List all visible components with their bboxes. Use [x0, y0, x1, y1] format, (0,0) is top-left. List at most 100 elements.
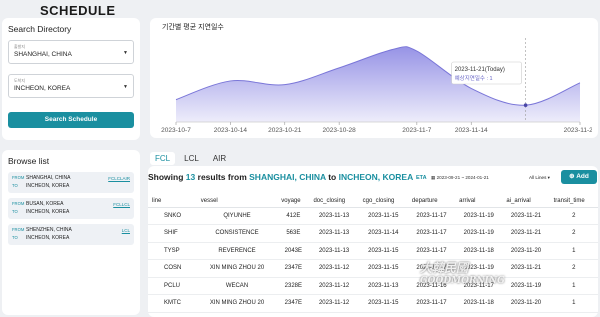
table-cell: 2023-11-17: [407, 259, 456, 278]
table-cell: 2023-11-20: [502, 294, 550, 313]
table-cell: 2023-11-21: [502, 207, 550, 225]
from-label: FROM: [12, 227, 25, 232]
search-schedule-button[interactable]: Search Schedule: [8, 111, 134, 128]
destination-select[interactable]: 도착지 INCHEON, KOREA ▼: [8, 74, 134, 98]
origin-select[interactable]: 출발지 SHANGHAI, CHINA ▼: [8, 40, 134, 64]
table-row[interactable]: TYSP REVERENCE 2043E 2023-11-13 2023-11-15 20…: [148, 242, 598, 260]
summary-showing: Showing: [148, 172, 184, 182]
to-label: TO: [12, 209, 18, 214]
table-cell: 2023-11-15: [358, 207, 408, 225]
mode-tabs: FCL LCL AIR: [150, 152, 231, 165]
browse-item[interactable]: FROM SHANGHAI, CHINA TO INCHEON, KOREA FCLCL…: [8, 172, 134, 193]
table-cell: 2023-11-17: [407, 224, 456, 243]
x-tick-label: 2023-10-14: [214, 127, 248, 134]
x-tick-label: 2023-11-14: [455, 127, 488, 134]
table-cell: 2023-11-19: [455, 224, 503, 243]
today-point: [523, 103, 528, 107]
results-summary: Showing 13 results from SHANGHAI, CHINA …: [148, 172, 413, 182]
table-cell: 2023-11-15: [358, 294, 408, 313]
browse-list-heading: Browse list: [8, 156, 50, 166]
table-cell: 2023-11-16: [407, 277, 456, 295]
table-cell: 2023-11-09: [455, 312, 503, 317]
table-cell: 412E: [277, 207, 310, 225]
x-tick-label: 2023-10-21: [268, 127, 302, 134]
table-cell: 2023-11-18: [455, 294, 503, 313]
chevron-down-icon: ▼: [123, 50, 128, 56]
table-cell: KMTC: [148, 312, 197, 317]
x-tick-label: 2023-10-28: [323, 127, 357, 134]
table-row[interactable]: KMTCREVERENCE2043E2023-11-042023-11-0820…: [148, 312, 598, 317]
table-cell: 2023-11-12: [309, 277, 359, 295]
browse-from: SHENZHEN, CHINA: [26, 227, 72, 233]
tab-lcl[interactable]: LCL: [179, 152, 204, 165]
summary-to: to: [328, 172, 337, 182]
table-row[interactable]: PCLU WECAN 2328E 2023-11-12 2023-11-13 2023-1…: [148, 277, 598, 295]
results-panel: Showing 13 results from SHANGHAI, CHINA …: [148, 166, 598, 317]
column-header[interactable]: vessel: [196, 196, 278, 208]
table-cell: WECAN: [196, 277, 278, 295]
column-header[interactable]: voyage: [277, 196, 310, 208]
from-label: FROM: [12, 201, 25, 206]
table-row[interactable]: KMTC XIN MING ZHOU 20 2347E 2023-11-12 2023-…: [148, 294, 598, 313]
tab-fcl[interactable]: FCL: [150, 152, 176, 165]
table-cell: 2023-11-14: [358, 224, 408, 243]
column-header[interactable]: arrival: [455, 196, 503, 208]
browse-to: INCHEON, KOREA: [26, 183, 70, 189]
add-button[interactable]: ⊕ Add: [561, 170, 597, 184]
browse-item[interactable]: FROM BUSAN, KOREA TO INCHEON, KOREA FCLLCL: [8, 198, 134, 219]
browse-from: BUSAN, KOREA: [26, 201, 64, 207]
lines-filter[interactable]: All Lines ▾: [529, 175, 550, 181]
table-cell: 2023-11-13: [309, 242, 359, 260]
table-row[interactable]: COSN XIN MING ZHOU 20 2347E 2023-11-12 2023-…: [148, 259, 598, 278]
column-header[interactable]: doc_closing: [309, 196, 359, 208]
table-cell: REVERENCE: [196, 312, 278, 317]
browse-mode-tag[interactable]: FCLCLAIR: [108, 175, 130, 182]
table-cell: XIN MING ZHOU 20: [196, 294, 278, 313]
to-label: TO: [12, 183, 18, 188]
table-cell: 2023-11-11: [502, 312, 550, 317]
table-cell: 2023-11-12: [309, 294, 359, 313]
search-directory-panel: Search Directory 출발지 SHANGHAI, CHINA ▼ 도…: [2, 18, 140, 140]
table-cell: REVERENCE: [196, 242, 278, 260]
table-cell: 2023-11-17: [455, 277, 503, 295]
column-header[interactable]: cgo_closing: [358, 196, 408, 208]
table-cell: 2023-11-19: [502, 277, 550, 295]
table-cell: 2023-11-17: [407, 242, 456, 260]
table-cell: 2023-11-13: [309, 207, 359, 225]
table-cell: 2023-11-04: [309, 312, 359, 317]
table-cell: 2: [549, 207, 598, 225]
summary-mid: results from: [197, 172, 247, 182]
lines-filter-value: All Lines: [529, 175, 547, 180]
browse-to: INCHEON, KOREA: [26, 209, 70, 215]
column-header[interactable]: line: [148, 196, 197, 208]
tab-air[interactable]: AIR: [208, 152, 231, 165]
table-cell: 1: [549, 294, 598, 313]
date-range-value: 2023-09-21 ~ 2024-01-21: [436, 175, 489, 180]
table-row[interactable]: SHIF CONSISTENCE 563E 2023-11-13 2023-11-14 2…: [148, 224, 598, 243]
date-range-picker[interactable]: ▦ 2023-09-21 ~ 2024-01-21: [431, 175, 489, 181]
chevron-down-icon: ▾: [547, 175, 550, 180]
browse-item[interactable]: FROM SHENZHEN, CHINA TO INCHEON, KOREA LCL: [8, 224, 134, 245]
table-cell: 2023-11-19: [455, 259, 503, 278]
table-cell: CONSISTENCE: [196, 224, 278, 243]
tooltip-value: 예상지연일수 : 1: [455, 74, 493, 82]
column-header[interactable]: transit_time: [549, 196, 598, 208]
browse-mode-tag[interactable]: LCL: [122, 227, 130, 234]
table-cell: 2023-11-13: [358, 277, 408, 295]
table-cell: 2347E: [277, 294, 310, 313]
column-header[interactable]: ai_arrival: [502, 196, 550, 208]
summary-destination: INCHEON, KOREA: [338, 172, 414, 182]
table-row[interactable]: SNKO QIYUNHE 412E 2023-11-13 2023-11-15 2023-…: [148, 207, 598, 225]
browse-mode-tag[interactable]: FCLLCL: [113, 201, 130, 208]
table-cell: 2023-11-17: [407, 207, 456, 225]
delay-area-chart: 2023-10-7 2023-10-14 2023-10-21 2023-10-28 2…: [161, 38, 592, 134]
table-cell: 1: [549, 312, 598, 317]
table-cell: 2023-11-21: [502, 224, 550, 243]
table-cell: 1: [549, 242, 598, 260]
eta-label[interactable]: ETA: [416, 175, 427, 181]
table-cell: 2023-11-15: [358, 259, 408, 278]
table-cell: 2023-11-13: [309, 224, 359, 243]
column-header[interactable]: departure: [407, 196, 456, 208]
table-cell: 2328E: [277, 277, 310, 295]
table-cell: 2: [549, 259, 598, 278]
